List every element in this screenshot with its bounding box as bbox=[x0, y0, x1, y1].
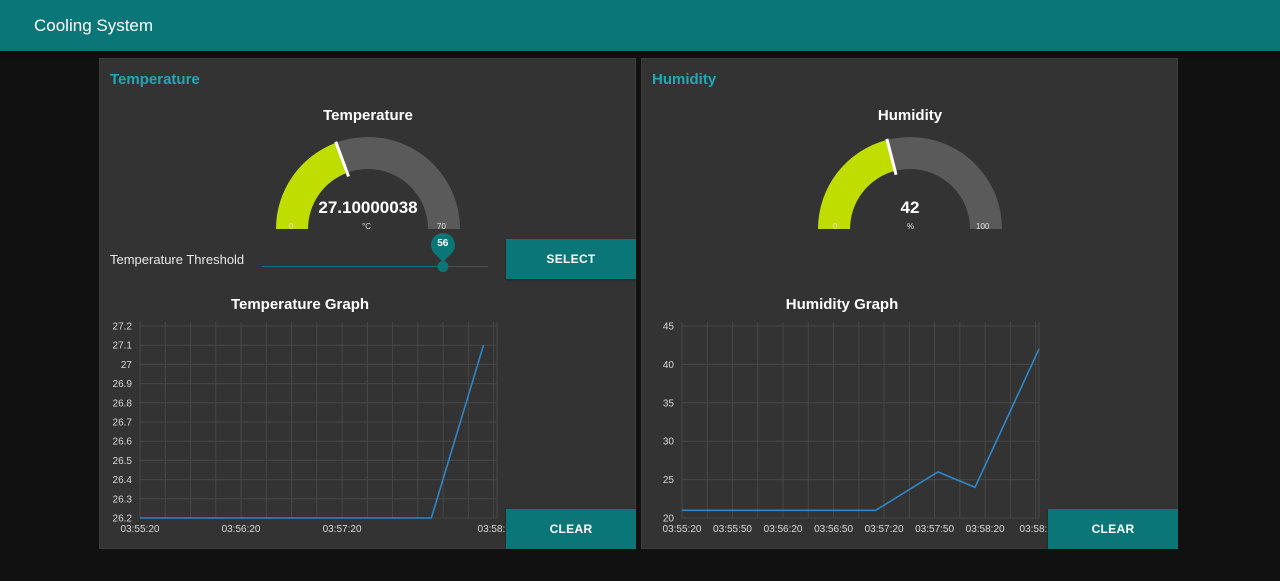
x-tick-label: 03:58:52 bbox=[478, 524, 505, 535]
humidity-gauge-max: 100 bbox=[976, 222, 990, 231]
y-tick-label: 26.8 bbox=[113, 398, 133, 409]
x-tick-label: 03:55:20 bbox=[121, 524, 160, 535]
y-tick-label: 26.3 bbox=[113, 494, 133, 505]
y-tick-label: 45 bbox=[663, 322, 675, 333]
humidity-card-title: Humidity bbox=[652, 71, 717, 88]
y-tick-label: 26.4 bbox=[113, 475, 133, 486]
temperature-threshold-label: Temperature Threshold bbox=[110, 252, 245, 267]
temperature-gauge-title: Temperature bbox=[323, 107, 413, 124]
y-tick-label: 40 bbox=[663, 360, 675, 371]
temperature-card-title: Temperature bbox=[110, 71, 200, 88]
y-tick-label: 35 bbox=[663, 398, 675, 409]
slider-thumb[interactable] bbox=[437, 261, 449, 272]
temperature-gauge-min: 0 bbox=[289, 222, 294, 231]
slider-fill bbox=[262, 266, 443, 267]
humidity-gauge-min: 0 bbox=[833, 222, 838, 231]
x-tick-label: 03:56:50 bbox=[814, 524, 853, 535]
top-bar: Cooling System bbox=[0, 0, 1280, 51]
humidity-card: Humidity Humidity 42 0 % 100 Humidity Gr… bbox=[641, 58, 1178, 549]
clear-temperature-button[interactable]: CLEAR bbox=[506, 509, 636, 549]
humidity-graph: 45 40 35 30 25 2003:55:20 03:55:50 03:56:20 03:5… bbox=[663, 322, 1047, 536]
y-tick-label: 26.7 bbox=[113, 418, 133, 429]
temperature-graph: 27.2 27.1 27 26.9 26.8 26.7 26.6 26.5 26.4 26.3 26… bbox=[113, 322, 505, 536]
y-tick-label: 26.5 bbox=[113, 456, 133, 467]
y-tick-label: 26.2 bbox=[113, 514, 133, 525]
slider-value: 56 bbox=[437, 238, 449, 249]
series-line bbox=[140, 344, 485, 519]
temperature-graph-title: Temperature Graph bbox=[230, 296, 370, 313]
temperature-card: Temperature Temperature 27.10000038 0 °C… bbox=[99, 58, 636, 549]
y-tick-label: 30 bbox=[663, 437, 675, 448]
y-tick-label: 27.1 bbox=[113, 341, 133, 352]
x-tick-label: 03:57:20 bbox=[865, 524, 904, 535]
humidity-gauge-unit: % bbox=[907, 222, 915, 231]
y-tick-label: 20 bbox=[663, 514, 675, 525]
y-tick-label: 27 bbox=[121, 360, 133, 371]
x-tick-label: 03:58:20 bbox=[966, 524, 1005, 535]
humidity-gauge: Humidity 42 0 % 100 bbox=[792, 103, 1028, 233]
humidity-gauge-value: 42 bbox=[900, 198, 920, 217]
x-tick-label: 03:56:20 bbox=[222, 524, 261, 535]
temperature-gauge-value: 27.10000038 bbox=[318, 198, 418, 217]
x-tick-label: 03:57:50 bbox=[915, 524, 954, 535]
select-button[interactable]: SELECT bbox=[506, 239, 636, 279]
temperature-gauge-unit: °C bbox=[362, 222, 371, 231]
temperature-threshold-slider[interactable]: 56 bbox=[260, 228, 490, 275]
temperature-gauge-max: 70 bbox=[437, 222, 446, 231]
y-tick-label: 25 bbox=[663, 475, 675, 486]
temperature-gauge: Temperature 27.10000038 0 °C 70 bbox=[250, 103, 486, 233]
x-tick-label: 03:55:20 bbox=[663, 524, 702, 535]
x-tick-label: 03:55:50 bbox=[713, 524, 752, 535]
humidity-graph-title: Humidity Graph bbox=[785, 296, 899, 313]
humidity-gauge-title: Humidity bbox=[877, 107, 943, 124]
x-tick-label: 03:57:20 bbox=[323, 524, 362, 535]
y-tick-label: 27.2 bbox=[113, 322, 133, 333]
x-tick-label: 03:58:52 bbox=[1020, 524, 1047, 535]
x-tick-label: 03:56:20 bbox=[764, 524, 803, 535]
y-tick-label: 26.9 bbox=[113, 379, 133, 390]
app-title: Cooling System bbox=[34, 16, 154, 35]
y-tick-label: 26.6 bbox=[113, 437, 133, 448]
clear-humidity-button[interactable]: CLEAR bbox=[1048, 509, 1178, 549]
